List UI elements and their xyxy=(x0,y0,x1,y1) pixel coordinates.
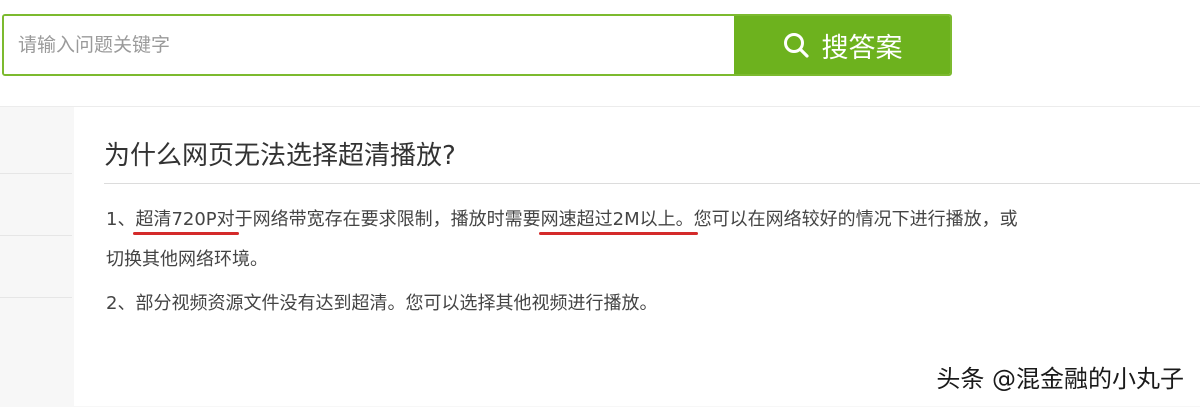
answer-item-1-continued: 切换其他网络环境。 xyxy=(106,249,268,270)
search-bar: 搜答案 xyxy=(2,14,952,76)
answer-item-1: 1、超清720P对于网络带宽存在要求限制，播放时需要网速超过2M以上。您可以在网… xyxy=(106,205,1018,231)
search-icon xyxy=(782,31,810,59)
sidebar-divider xyxy=(0,235,72,236)
answer-item-1-text: 于网络带宽存在要求限制，播放时需要 xyxy=(234,209,541,230)
top-bar: 搜答案 xyxy=(0,0,1200,106)
question-title: 为什么网页无法选择超清播放? xyxy=(104,141,456,171)
answer-item-1-suffix: 您可以在网络较好的情况下进行播放，或 xyxy=(693,209,1018,230)
highlight-network-speed: 网速超过2M以上。 xyxy=(540,209,694,230)
search-input[interactable] xyxy=(4,16,734,74)
search-button-label: 搜答案 xyxy=(821,32,903,64)
title-divider xyxy=(104,183,1200,184)
watermark: 头条 @混金融的小丸子 xyxy=(936,365,1184,393)
highlight-resolution: 超清720P对 xyxy=(135,209,235,230)
sidebar-divider xyxy=(0,297,72,298)
answer-item-1-number: 1、 xyxy=(106,209,136,230)
left-sidebar xyxy=(0,107,72,406)
sidebar-divider xyxy=(0,173,72,174)
search-button[interactable]: 搜答案 xyxy=(734,16,950,74)
answer-item-2: 2、部分视频资源文件没有达到超清。您可以选择其他视频进行播放。 xyxy=(106,293,658,314)
